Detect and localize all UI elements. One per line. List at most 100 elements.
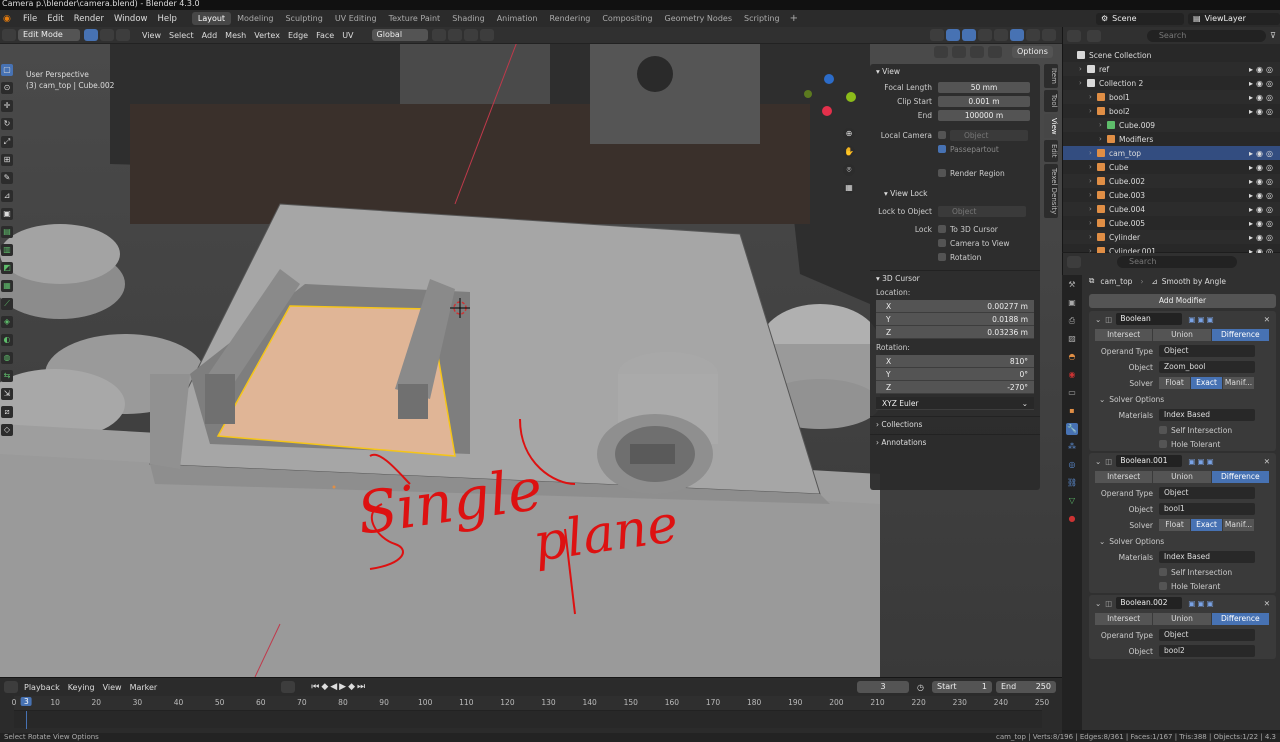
view-section-header[interactable]: ▾ View: [870, 64, 1040, 80]
filter-icon[interactable]: ⊽: [1270, 31, 1276, 40]
modifier-tab-icon[interactable]: 🔧: [1066, 423, 1078, 435]
play-icon[interactable]: ▶: [339, 682, 346, 692]
move-icon[interactable]: ✛: [1, 100, 13, 112]
loop-cut-icon[interactable]: ▦: [1, 280, 13, 292]
expand-arrow-icon[interactable]: ›: [1099, 135, 1107, 143]
record-icon[interactable]: [281, 681, 296, 693]
scale-icon[interactable]: ⤢: [1, 136, 13, 148]
clip-start-field[interactable]: 0.001 m: [938, 95, 1030, 107]
jump-start-icon[interactable]: ⏮: [311, 682, 319, 692]
row-visibility-icons[interactable]: ▸◉◎: [1249, 107, 1276, 116]
operation-union-button[interactable]: Union: [1153, 329, 1212, 341]
menu-file[interactable]: File: [18, 14, 42, 24]
expand-arrow-icon[interactable]: ›: [1099, 121, 1107, 129]
solver-options-header[interactable]: ⌄ Solver Options: [1089, 533, 1276, 549]
jump-end-icon[interactable]: ⏭: [357, 682, 365, 692]
shading-wireframe-icon[interactable]: [994, 29, 1008, 41]
cursor-rotation-x-field[interactable]: X 810°: [876, 355, 1034, 368]
local-camera-field[interactable]: Object: [950, 129, 1028, 141]
solver-manif-button[interactable]: Manif...: [1223, 519, 1255, 531]
annotations-header[interactable]: › Annotations: [870, 434, 1040, 450]
particles-tab-icon[interactable]: ⁂: [1066, 441, 1078, 453]
annotate-icon[interactable]: ✎: [1, 172, 13, 184]
operation-union-button[interactable]: Union: [1153, 471, 1212, 483]
operand-object-field[interactable]: bool1: [1159, 503, 1255, 515]
next-keyframe-icon[interactable]: ◆: [348, 682, 355, 692]
orientation-selector[interactable]: Global: [371, 29, 428, 41]
ortho-toggle-icon[interactable]: ▦: [843, 182, 855, 194]
scene-selector[interactable]: ⚙ Scene: [1096, 12, 1184, 25]
outliner-search[interactable]: Search: [1146, 29, 1267, 42]
timeline-track-area[interactable]: [14, 710, 1042, 729]
modifier-toggle-icons[interactable]: ▣▣▣: [1188, 315, 1215, 324]
shading-solid-icon[interactable]: [1010, 29, 1024, 41]
viewport-menu-mesh[interactable]: Mesh: [221, 31, 250, 40]
extrude-icon[interactable]: ▤: [1, 226, 13, 238]
outliner-row[interactable]: › ref ▸◉◎: [1063, 62, 1280, 76]
view-layer-tab-icon[interactable]: ▨: [1066, 333, 1078, 345]
timeline-menu-keying[interactable]: Keying: [64, 683, 99, 692]
frame-ruler[interactable]: 0 10 20 30 40 50 60 70 80 90 100 110 120 130 140 150 160…: [12, 696, 1049, 710]
pan-icon[interactable]: ✋: [843, 146, 855, 158]
operand-type-dropdown[interactable]: Object: [1159, 345, 1255, 357]
scene-tab-icon[interactable]: ◓: [1066, 351, 1078, 363]
row-visibility-icons[interactable]: ▸◉◎: [1249, 191, 1276, 200]
vertex-select-icon[interactable]: [84, 29, 98, 41]
expand-arrow-icon[interactable]: ›: [1089, 205, 1097, 213]
viewlayer-selector[interactable]: ▤ ViewLayer: [1188, 12, 1280, 25]
mirror-y-button[interactable]: [970, 46, 984, 58]
delete-modifier-icon[interactable]: ✕: [1264, 599, 1270, 608]
viewport-menu-uv[interactable]: UV: [338, 31, 357, 40]
local-camera-checkbox[interactable]: [938, 131, 946, 139]
properties-type-icon[interactable]: [1067, 256, 1081, 268]
visibility-icon[interactable]: [930, 29, 944, 41]
focal-length-field[interactable]: 50 mm: [938, 81, 1030, 93]
collapse-arrow-icon[interactable]: ⌄: [1095, 599, 1101, 608]
mirror-z-button[interactable]: [988, 46, 1002, 58]
solver-exact-button[interactable]: Exact: [1191, 519, 1223, 531]
gizmo-icon[interactable]: [946, 29, 960, 41]
to-3d-cursor-checkbox[interactable]: [938, 225, 946, 233]
menu-window[interactable]: Window: [109, 14, 153, 24]
rip-icon[interactable]: ◇: [1, 424, 13, 436]
operation-difference-button[interactable]: Difference: [1211, 613, 1270, 625]
workspace-tab-geometry-nodes[interactable]: Geometry Nodes: [659, 12, 738, 25]
add-modifier-button[interactable]: Add Modifier: [1089, 294, 1276, 308]
expand-arrow-icon[interactable]: ›: [1089, 149, 1097, 157]
workspace-tab-compositing[interactable]: Compositing: [596, 12, 658, 25]
sidebar-tab-view[interactable]: View: [1044, 113, 1058, 139]
viewport-menu-face[interactable]: Face: [312, 31, 338, 40]
data-tab-icon[interactable]: ▽: [1066, 495, 1078, 507]
clip-end-field[interactable]: 100000 m: [938, 109, 1030, 121]
sidebar-tab-tool[interactable]: Tool: [1044, 89, 1058, 112]
workspace-tab-layout[interactable]: Layout: [191, 12, 232, 25]
measure-icon[interactable]: ⊿: [1, 190, 13, 202]
axis-y-icon[interactable]: [846, 92, 856, 102]
cursor-location-z-field[interactable]: Z 0.03236 m: [876, 326, 1034, 339]
collapse-arrow-icon[interactable]: ⌄: [1095, 457, 1101, 466]
solver-options-header[interactable]: ⌄ Solver Options: [1089, 391, 1276, 407]
modifier-header[interactable]: ⌄ ◫ Boolean.002 ▣▣▣ ✕: [1089, 595, 1276, 611]
delete-modifier-icon[interactable]: ✕: [1264, 457, 1270, 466]
render-tab-icon[interactable]: ▣: [1066, 297, 1078, 309]
collection-tab-icon[interactable]: ▭: [1066, 387, 1078, 399]
display-mode-icon[interactable]: [1086, 29, 1101, 42]
outliner-row[interactable]: › Modifiers: [1063, 132, 1280, 146]
viewport-menu-vertex[interactable]: Vertex: [250, 31, 284, 40]
render-region-checkbox[interactable]: [938, 169, 946, 177]
poly-build-icon[interactable]: ◈: [1, 316, 13, 328]
operand-object-field[interactable]: bool2: [1159, 645, 1255, 657]
tool-tab-icon[interactable]: ⚒: [1066, 279, 1078, 291]
menu-help[interactable]: Help: [152, 14, 181, 24]
mirror-x-button[interactable]: [952, 46, 966, 58]
operand-type-dropdown[interactable]: Object: [1159, 629, 1255, 641]
row-visibility-icons[interactable]: ▸◉◎: [1249, 177, 1276, 186]
operation-difference-button[interactable]: Difference: [1211, 471, 1270, 483]
shading-material-icon[interactable]: [1026, 29, 1040, 41]
row-visibility-icons[interactable]: ▸◉◎: [1249, 93, 1276, 102]
playhead-line[interactable]: [26, 711, 28, 729]
expand-arrow-icon[interactable]: ›: [1089, 233, 1097, 241]
properties-search[interactable]: Search: [1117, 256, 1237, 268]
solver-exact-button[interactable]: Exact: [1191, 377, 1223, 389]
self-intersection-checkbox[interactable]: [1159, 568, 1167, 576]
